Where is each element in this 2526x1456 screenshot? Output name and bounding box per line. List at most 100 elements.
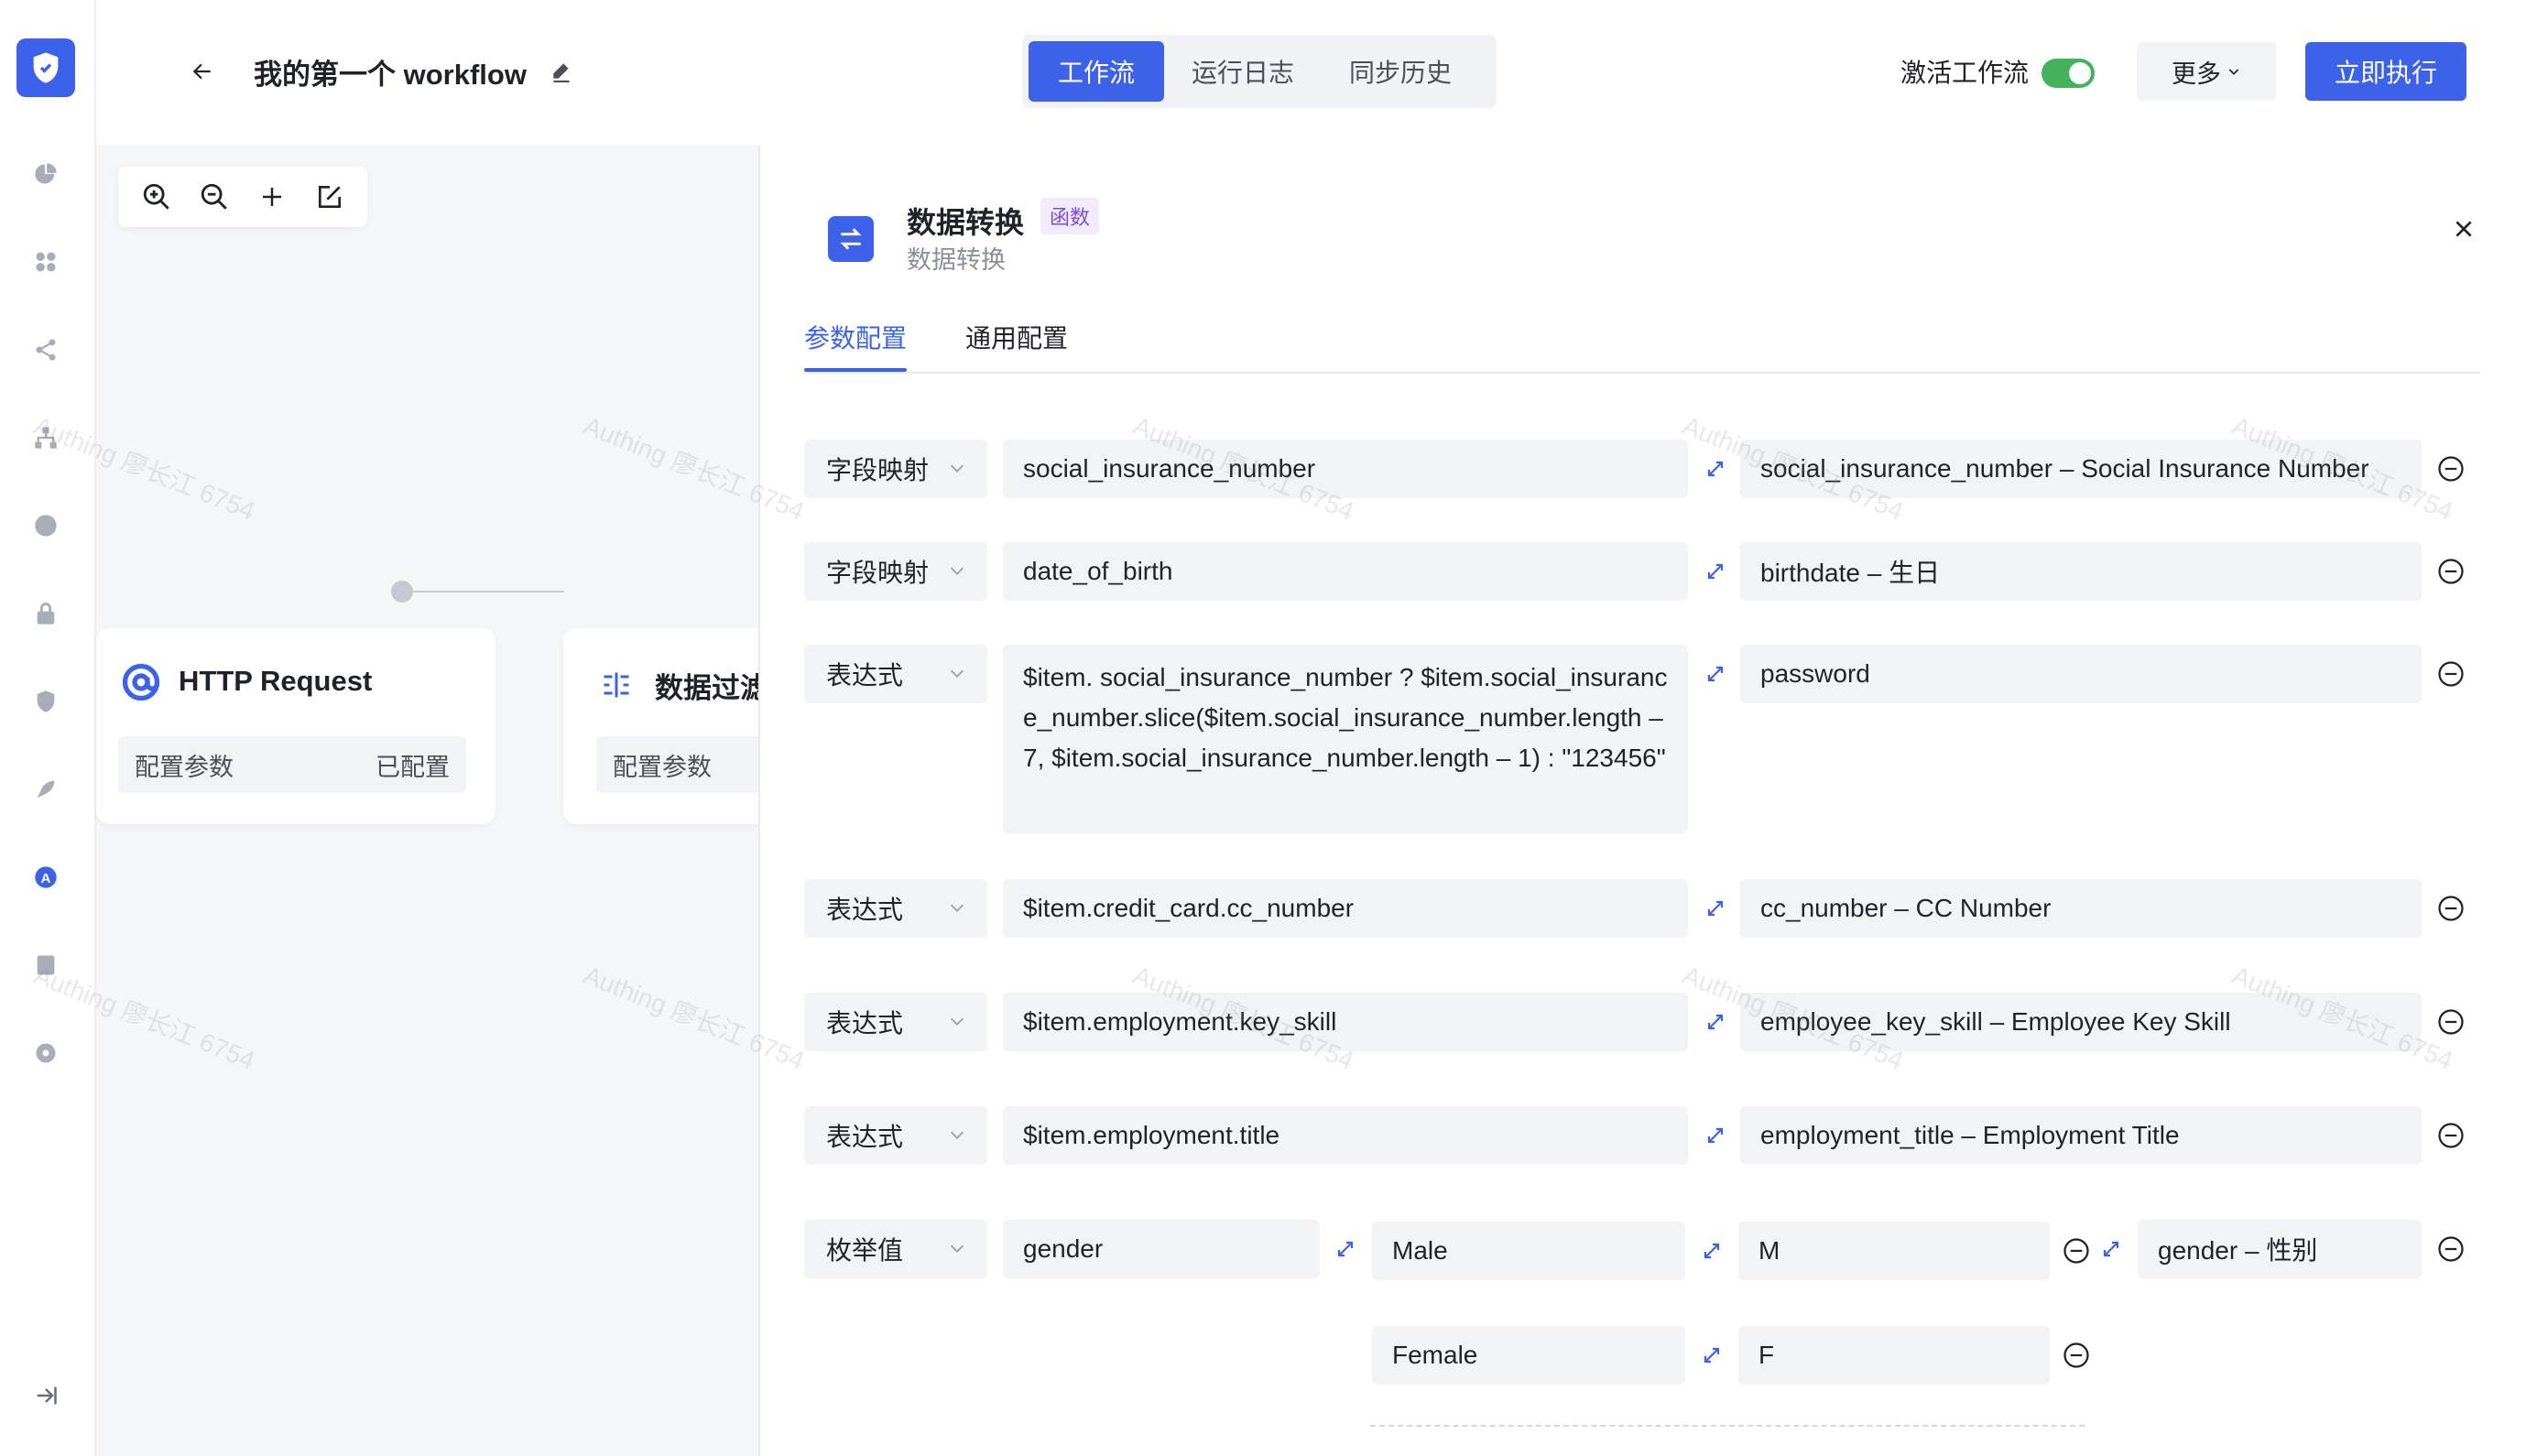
- activate-label: 激活工作流: [1900, 59, 2030, 87]
- remove-row-icon[interactable]: [2435, 658, 2466, 690]
- chevron-down-icon: [2228, 69, 2239, 75]
- more-button[interactable]: 更多: [2137, 42, 2276, 101]
- remove-row-icon[interactable]: [2435, 453, 2466, 484]
- zoom-out-icon[interactable]: [197, 179, 232, 214]
- target-field[interactable]: social_insurance_number – Social Insuran…: [1740, 440, 2422, 498]
- tab-general-config[interactable]: 通用配置: [965, 319, 1068, 355]
- link-icon: [1698, 1237, 1726, 1265]
- target-field[interactable]: birthdate – 生日: [1740, 542, 2422, 601]
- org-icon[interactable]: [31, 423, 60, 452]
- chart-pie-icon[interactable]: [31, 159, 60, 189]
- tab-workflow[interactable]: 工作流: [1029, 41, 1164, 102]
- add-node-icon[interactable]: [255, 179, 289, 214]
- link-icon: [1702, 1122, 1729, 1149]
- node-config-row[interactable]: 配置参数 已配置: [118, 736, 466, 793]
- tab-run-log[interactable]: 运行日志: [1164, 41, 1322, 102]
- chevron-down-icon: [950, 904, 964, 912]
- more-label: 更多: [2172, 60, 2221, 88]
- active-tab-underline: [804, 368, 907, 372]
- chevron-down-icon: [950, 1131, 964, 1139]
- mapping-type-select[interactable]: 字段映射: [804, 542, 987, 601]
- at-icon: [122, 663, 160, 701]
- lock-icon[interactable]: [31, 599, 60, 628]
- node-config-status: 已配置: [376, 753, 450, 781]
- top-bar: 我的第一个 workflow 工作流 运行日志 同步历史 激活工作流 更多 立即…: [96, 0, 2526, 145]
- link-icon: [1702, 1008, 1729, 1036]
- node-config-label: 配置参数: [135, 753, 234, 781]
- http-request-node[interactable]: HTTP Request 配置参数 已配置: [96, 628, 495, 824]
- edit-square-icon[interactable]: [312, 179, 347, 214]
- close-icon[interactable]: [2447, 212, 2480, 245]
- palette-icon[interactable]: [31, 511, 60, 540]
- add-pair-dashed-box[interactable]: [1370, 1425, 2085, 1427]
- node-title: 数据过滤: [655, 672, 768, 704]
- remove-row-icon[interactable]: [2435, 556, 2466, 587]
- connector-line: [413, 591, 564, 592]
- remove-row-icon[interactable]: [2435, 893, 2466, 924]
- share-icon[interactable]: [31, 335, 60, 364]
- tab-param-config[interactable]: 参数配置: [804, 319, 907, 355]
- source-field[interactable]: date_of_birth: [1003, 542, 1688, 601]
- mapping-type-select[interactable]: 表达式: [804, 1106, 987, 1165]
- run-now-button[interactable]: 立即执行: [2305, 42, 2466, 101]
- back-arrow-icon[interactable]: [184, 53, 221, 90]
- remove-row-icon[interactable]: [2435, 1120, 2466, 1151]
- apps-icon[interactable]: [31, 247, 60, 277]
- chevron-down-icon: [950, 464, 964, 473]
- link-icon: [1698, 1342, 1726, 1369]
- source-field[interactable]: social_insurance_number: [1003, 440, 1688, 498]
- zoom-in-icon[interactable]: [139, 179, 174, 214]
- chevron-down-icon: [950, 669, 964, 678]
- remove-row-icon[interactable]: [2435, 1006, 2466, 1038]
- mapping-type-select[interactable]: 枚举值: [804, 1220, 987, 1278]
- enum-source-field[interactable]: gender: [1003, 1220, 1320, 1278]
- enum-to-field[interactable]: F: [1738, 1326, 2050, 1385]
- link-icon: [1702, 895, 1729, 922]
- enum-to-field[interactable]: M: [1738, 1222, 2050, 1280]
- mapping-type-select[interactable]: 表达式: [804, 993, 987, 1051]
- mapping-type-value: 表达式: [826, 661, 904, 690]
- expression-field[interactable]: $item. social_insurance_number ? $item.s…: [1003, 645, 1688, 833]
- tab-sync-history[interactable]: 同步历史: [1322, 41, 1479, 102]
- link-icon: [1702, 455, 1729, 483]
- chevron-down-icon: [950, 1244, 964, 1253]
- panel-subtitle: 数据转换: [907, 246, 1006, 274]
- enum-from-field[interactable]: Female: [1372, 1326, 1685, 1385]
- svg-text:A: A: [41, 871, 51, 886]
- panel-tabs: 参数配置 通用配置: [804, 308, 2480, 374]
- chevron-down-icon: [950, 1017, 964, 1026]
- rocket-icon[interactable]: [31, 775, 60, 804]
- shield-icon[interactable]: [31, 687, 60, 716]
- source-field[interactable]: $item.employment.key_skill: [1003, 993, 1688, 1051]
- mapping-type-select[interactable]: 表达式: [804, 645, 987, 703]
- activate-toggle[interactable]: [2041, 59, 2095, 88]
- settings-icon[interactable]: [31, 1038, 60, 1068]
- remove-row-icon[interactable]: [2435, 1233, 2466, 1265]
- mapping-type-value: 枚举值: [826, 1236, 904, 1265]
- mapping-type-value: 表达式: [826, 1009, 904, 1038]
- document-icon[interactable]: [31, 951, 60, 980]
- mapping-type-select[interactable]: 字段映射: [804, 440, 987, 498]
- mapping-type-value: 表达式: [826, 896, 904, 924]
- mapping-type-value: 表达式: [826, 1123, 904, 1151]
- source-field[interactable]: $item.employment.title: [1003, 1106, 1688, 1165]
- enum-from-field[interactable]: Male: [1372, 1222, 1685, 1280]
- node-title: HTTP Request: [179, 665, 373, 697]
- target-field[interactable]: employee_key_skill – Employee Key Skill: [1740, 993, 2422, 1051]
- edit-icon[interactable]: [550, 59, 577, 86]
- target-field[interactable]: gender – 性别: [2138, 1220, 2422, 1278]
- mapping-type-select[interactable]: 表达式: [804, 879, 987, 938]
- source-field[interactable]: $item.credit_card.cc_number: [1003, 879, 1688, 938]
- connector-handle[interactable]: [391, 581, 413, 603]
- collapse-icon[interactable]: [31, 1381, 60, 1410]
- target-field[interactable]: password: [1740, 645, 2422, 703]
- remove-pair-icon[interactable]: [2061, 1340, 2092, 1371]
- shield-logo-icon[interactable]: [16, 38, 75, 97]
- a-badge-icon[interactable]: A: [31, 863, 60, 892]
- target-field[interactable]: employment_title – Employment Title: [1740, 1106, 2422, 1165]
- target-field[interactable]: cc_number – CC Number: [1740, 879, 2422, 938]
- node-config-panel: 数据转换 函数 数据转换 参数配置 通用配置 字段映射 social_insur…: [758, 145, 2526, 1456]
- remove-pair-icon[interactable]: [2061, 1235, 2092, 1266]
- workflow-title: 我的第一个 workflow: [254, 59, 527, 91]
- panel-title: 数据转换: [907, 206, 1025, 239]
